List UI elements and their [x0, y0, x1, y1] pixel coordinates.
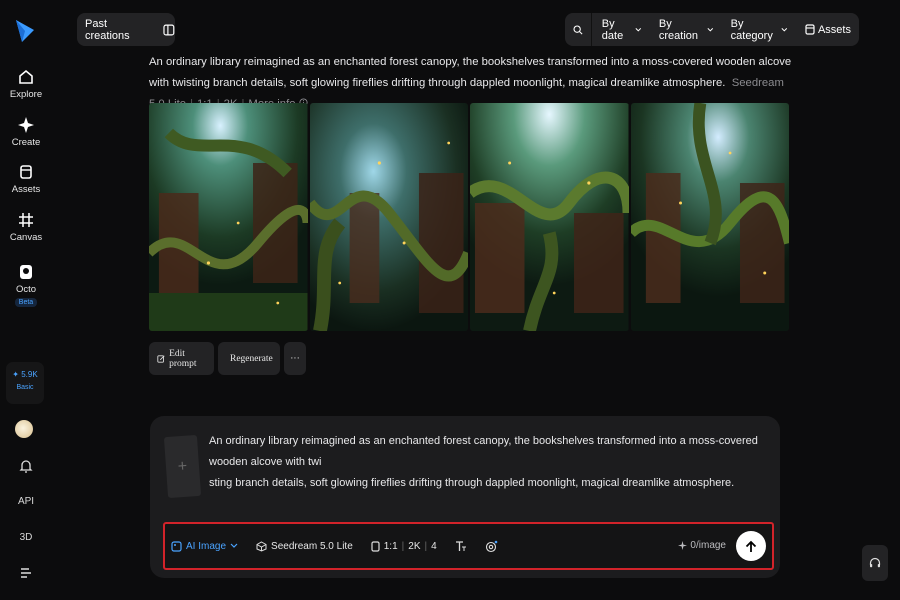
divider — [590, 13, 592, 46]
text-icon — [455, 540, 466, 551]
prompt-input-line: An ordinary library reimagined as an enc… — [209, 435, 758, 468]
filter-by-category[interactable]: By category — [731, 18, 788, 42]
resolution-label: 2K — [408, 540, 421, 552]
octo-icon — [17, 263, 35, 281]
nav-octo[interactable]: Octo Beta — [0, 263, 52, 307]
notification-bell[interactable] — [0, 458, 52, 477]
filter-bar: By date By creation By category Assets — [565, 13, 859, 46]
nav-create[interactable]: Create — [0, 116, 52, 148]
composer-toolbar: AI Image Seedream 5.0 Lite 1:1 | 2K | 4 … — [163, 522, 774, 570]
filter-by-creation[interactable]: By creation — [659, 18, 714, 42]
at-icon — [485, 540, 497, 552]
sidebar-toggle-icon — [163, 24, 175, 35]
mode-label: AI Image — [186, 540, 227, 552]
filter-label: By date — [601, 17, 624, 42]
api-link[interactable]: API — [0, 496, 52, 507]
past-creations-label: Past creations — [85, 17, 130, 42]
nav-assets[interactable]: Assets — [0, 163, 52, 195]
plan-tier: Basic — [16, 384, 34, 391]
sparkle-icon — [678, 541, 688, 550]
divider: | — [401, 540, 405, 552]
plus-icon: + — [177, 457, 188, 475]
prompt-input[interactable]: An ordinary library reimagined as an enc… — [209, 431, 775, 494]
edit-prompt-button[interactable]: Edit prompt — [149, 342, 214, 375]
nav-octo-label: Octo — [15, 284, 37, 295]
image-mode-icon — [171, 540, 182, 552]
image-grid — [149, 103, 789, 331]
nav-explore[interactable]: Explore — [0, 68, 52, 100]
model-selector[interactable]: Seedream 5.0 Lite — [256, 541, 353, 552]
headset-icon — [869, 557, 881, 567]
prompt-text: An ordinary library reimagined as an enc… — [149, 56, 792, 89]
assets-button[interactable]: Assets — [805, 24, 851, 36]
chevron-down-icon — [707, 27, 714, 32]
settings-selector[interactable]: 1:1 | 2K | 4 — [371, 541, 437, 552]
three-d-link[interactable]: 3D — [0, 532, 52, 543]
folder-icon — [17, 163, 35, 181]
nav-canvas-label: Canvas — [9, 232, 43, 243]
credit-cost: 0/image — [678, 540, 726, 551]
nav-create-label: Create — [11, 137, 41, 148]
menu-toggle[interactable] — [0, 568, 52, 581]
nav-explore-label: Explore — [9, 89, 43, 100]
assets-label: Assets — [817, 23, 851, 36]
regenerate-button[interactable]: Regenerate — [218, 342, 280, 375]
beta-badge: Beta — [14, 298, 38, 307]
send-button[interactable] — [736, 531, 766, 561]
sparkle-icon — [17, 116, 35, 134]
divider: | — [424, 540, 428, 552]
generated-image-3[interactable] — [470, 103, 629, 331]
mode-selector[interactable]: AI Image — [171, 541, 238, 552]
generated-image-2[interactable] — [309, 103, 468, 331]
generated-image-4[interactable] — [630, 103, 789, 331]
credits-amount: ✦ 5.9K — [12, 370, 38, 379]
avatar[interactable] — [15, 420, 33, 438]
search-icon[interactable] — [573, 24, 583, 36]
past-creations-button[interactable]: Past creations — [77, 13, 175, 46]
text-style-button[interactable] — [455, 540, 467, 552]
support-button[interactable] — [862, 545, 888, 581]
folder-icon — [805, 24, 815, 35]
nav-canvas[interactable]: Canvas — [0, 211, 52, 243]
arrow-up-icon — [745, 540, 757, 552]
cube-icon — [256, 540, 267, 552]
count-label: 4 — [431, 540, 437, 552]
credits-badge[interactable]: ✦ 5.9K Basic — [6, 362, 44, 404]
regenerate-label: Regenerate — [230, 353, 273, 364]
bell-icon — [19, 460, 33, 473]
credit-cost-label: 0/image — [690, 540, 726, 551]
prompt-input-line: sting branch details, soft glowing firef… — [209, 477, 735, 489]
chevron-down-icon — [781, 27, 788, 32]
filter-label: By creation — [658, 17, 698, 42]
more-icon: ··· — [290, 353, 300, 364]
model-label: Seedream 5.0 Lite — [271, 540, 353, 552]
aspect-ratio-icon — [371, 540, 380, 552]
filter-by-date[interactable]: By date — [602, 18, 642, 42]
ratio-label: 1:1 — [383, 540, 398, 552]
edit-icon — [157, 354, 165, 363]
add-reference-image-button[interactable]: + — [163, 434, 202, 499]
menu-icon — [21, 568, 31, 578]
filter-label: By category — [730, 17, 773, 42]
more-options-button[interactable]: ··· — [284, 342, 306, 375]
sidebar: Explore Create Assets Canvas Octo Beta ✦… — [0, 0, 52, 600]
nav-assets-label: Assets — [11, 184, 41, 195]
home-icon — [17, 68, 35, 86]
canvas-icon — [17, 211, 35, 229]
chevron-down-icon — [230, 543, 238, 548]
app-logo[interactable] — [14, 18, 36, 44]
chevron-down-icon — [635, 27, 642, 32]
mention-button[interactable] — [485, 540, 498, 553]
generated-image-1[interactable] — [149, 103, 308, 331]
edit-prompt-label: Edit prompt — [169, 348, 197, 369]
